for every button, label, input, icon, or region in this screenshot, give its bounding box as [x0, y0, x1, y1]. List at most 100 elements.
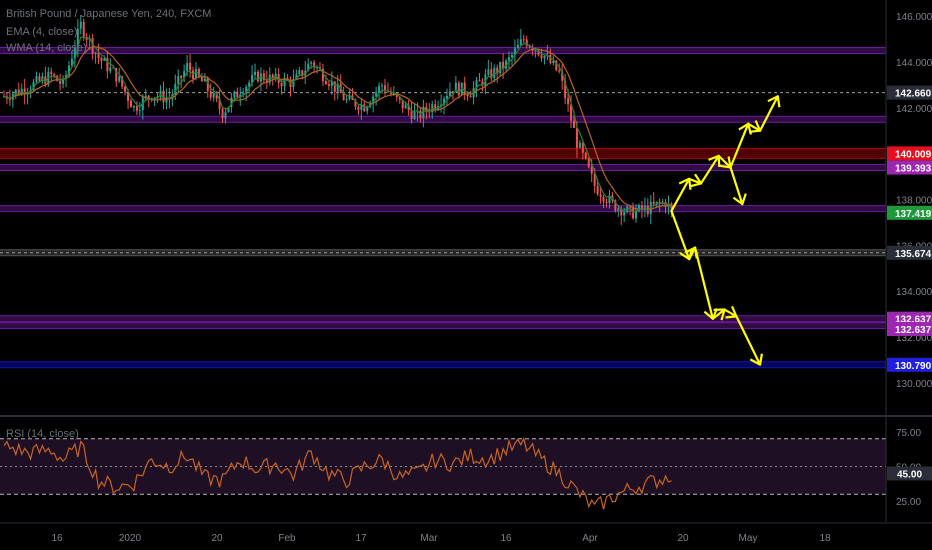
price-tag-label: 135.674: [895, 249, 932, 260]
time-tick-label: 2020: [119, 533, 142, 544]
candle-body: [543, 56, 546, 59]
candle-body: [587, 158, 590, 168]
time-tick-label: Feb: [278, 533, 296, 544]
candle-body: [446, 96, 448, 99]
time-tick-label: Mar: [420, 533, 438, 544]
candle-body: [534, 50, 537, 52]
candle-body: [35, 76, 38, 82]
projection-segment: [693, 246, 714, 320]
candle-body: [345, 99, 348, 101]
candle-body: [310, 62, 313, 64]
candle-body: [189, 63, 192, 71]
candle-body: [623, 212, 626, 216]
rsi-legend[interactable]: RSI (14, close): [6, 428, 79, 440]
time-tick-label: 20: [211, 533, 223, 544]
time-tick-label: 20: [677, 533, 689, 544]
candle-body: [605, 201, 608, 204]
candle-body: [375, 92, 378, 97]
candle-body: [487, 69, 490, 75]
time-tick-label: 16: [500, 533, 512, 544]
candle-body: [333, 81, 336, 92]
candle-body: [186, 63, 189, 72]
price-tag-label: 140.009: [895, 149, 932, 160]
price-tags-layer: 142.660 140.009 139.393 137.419 135.674 132.6…: [887, 85, 932, 372]
candle-body: [38, 76, 41, 81]
candle-body: [236, 91, 239, 98]
price-tick-label: 134.000: [896, 287, 932, 298]
candle-body: [180, 75, 183, 79]
candle-body: [652, 201, 655, 204]
candle-body: [378, 85, 381, 93]
zone-band: [0, 164, 886, 171]
candle-body: [224, 111, 227, 119]
price-tick-label: 146.000: [896, 12, 932, 23]
zone-band: [0, 148, 886, 159]
chart-canvas[interactable]: 75.0050.0025.0045.00 146.000144.000142.0…: [0, 0, 932, 550]
candle-body: [209, 90, 212, 98]
candle-body: [508, 57, 511, 61]
candle-body: [254, 71, 257, 75]
price-tag-label: 132.637: [895, 325, 932, 336]
candle-body: [324, 81, 327, 85]
candle-body: [575, 127, 578, 148]
candle-body: [135, 106, 138, 111]
zone-band: [0, 361, 886, 368]
candle-body: [451, 91, 454, 93]
price-tag-label: 139.393: [895, 164, 932, 175]
price-tag-label: 142.660: [895, 89, 932, 100]
zone-band: [0, 116, 886, 123]
price-tick-label: 130.000: [896, 379, 932, 390]
candle-body: [82, 21, 85, 38]
candle-body: [221, 108, 224, 119]
price-tick-label: 142.000: [896, 104, 932, 115]
time-tick-label: Apr: [582, 533, 598, 544]
candle-body: [233, 91, 236, 98]
time-axis: 16 2020 20 Feb 17 Mar 16 Apr 20 May 18: [0, 522, 932, 544]
candle-body: [298, 70, 301, 75]
rsi-current-label: 45.00: [897, 469, 922, 480]
time-tick-label: 18: [819, 533, 831, 544]
zone-band: [0, 205, 886, 212]
wma-line: [3, 46, 672, 211]
candle-body: [572, 120, 575, 128]
candle-body: [109, 67, 112, 72]
price-tick-label: 144.000: [896, 58, 932, 69]
candle-body: [212, 92, 215, 98]
zone-band: [0, 322, 886, 329]
candle-body: [558, 70, 561, 72]
rsi-pane: 75.0050.0025.0045.00: [0, 428, 932, 510]
candle-body: [381, 85, 384, 87]
candle-body: [138, 109, 141, 111]
candle-body: [599, 194, 602, 197]
candle-body: [578, 142, 581, 148]
candle-body: [327, 84, 330, 86]
price-tag-label: 137.419: [895, 209, 932, 220]
candle-body: [478, 80, 481, 82]
time-tick-label: May: [739, 533, 758, 544]
candle-body: [510, 54, 513, 58]
candle-body: [413, 111, 416, 119]
ema-legend[interactable]: EMA (4, close): [6, 26, 78, 38]
candle-body: [602, 196, 605, 202]
candle-body: [124, 86, 127, 92]
candle-body: [499, 61, 502, 74]
candle-body: [658, 201, 661, 203]
zone-band: [0, 47, 886, 54]
candle-body: [540, 54, 543, 59]
time-tick-label: 17: [355, 533, 367, 544]
candle-body: [590, 167, 593, 174]
candle-body: [79, 21, 82, 29]
wma-legend[interactable]: WMA (14, close): [6, 42, 87, 54]
rsi-tick-label: 25.00: [896, 497, 921, 508]
candle-body: [522, 39, 525, 41]
candle-body: [118, 76, 121, 82]
candle-body: [596, 186, 599, 195]
candle-body: [129, 100, 132, 108]
candle-body: [50, 71, 53, 75]
candle-body: [448, 91, 451, 97]
price-tag-label: 130.790: [895, 361, 932, 372]
candle-body: [581, 142, 584, 153]
candle-body: [516, 44, 519, 49]
rsi-band: [0, 438, 886, 495]
symbol-title[interactable]: British Pound / Japanese Yen, 240, FXCM: [6, 8, 211, 20]
